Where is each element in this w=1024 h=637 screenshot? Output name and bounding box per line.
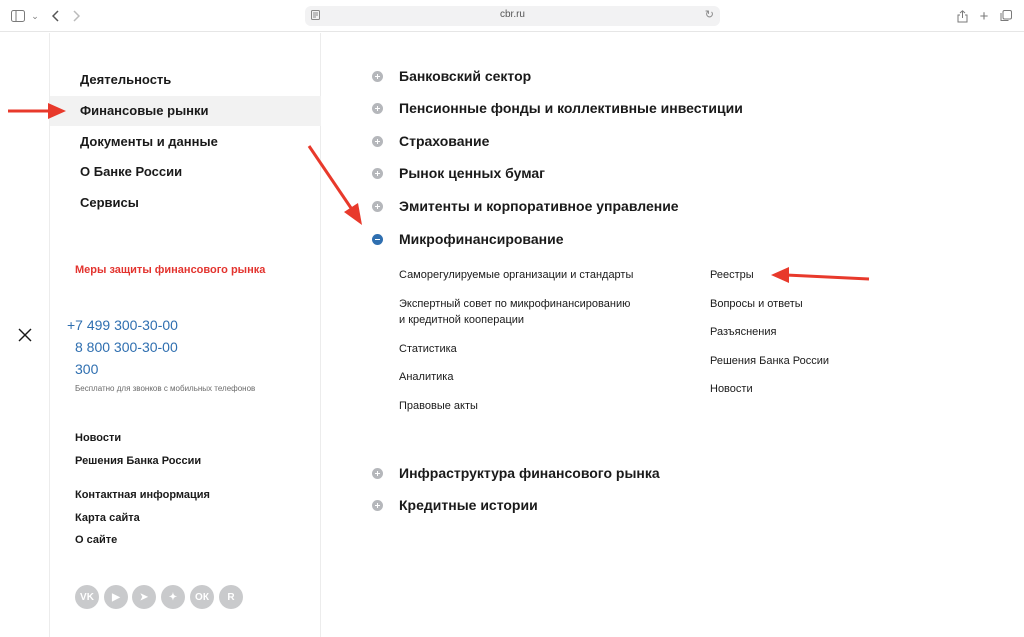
sublink-statistics[interactable]: Статистика bbox=[399, 341, 457, 357]
odnoklassniki-icon[interactable]: ОК bbox=[190, 585, 214, 609]
section-title: Рынок ценных бумаг bbox=[399, 165, 545, 181]
section-banking[interactable]: Банковский сектор bbox=[372, 66, 531, 86]
forward-icon[interactable] bbox=[70, 8, 82, 24]
rutube-icon[interactable]: R bbox=[219, 585, 243, 609]
sublink-legal-acts[interactable]: Правовые акты bbox=[399, 398, 478, 414]
section-title: Микрофинансирование bbox=[399, 231, 564, 247]
section-title: Страхование bbox=[399, 133, 490, 149]
section-title: Пенсионные фонды и коллективные инвестиц… bbox=[399, 100, 743, 116]
sublink-faq[interactable]: Вопросы и ответы bbox=[710, 296, 803, 312]
sublink-news[interactable]: Новости bbox=[710, 381, 753, 397]
section-infrastructure[interactable]: Инфраструктура финансового рынка bbox=[372, 463, 660, 483]
sidebar-item-about-bank[interactable]: О Банке России bbox=[50, 157, 321, 187]
arrow-to-registries bbox=[771, 267, 870, 283]
address-bar[interactable]: cbr.ru ↻ bbox=[305, 6, 720, 26]
phone-link[interactable]: +7 499 300-30-00 bbox=[67, 317, 178, 333]
expand-plus-icon bbox=[372, 499, 383, 511]
expand-plus-icon bbox=[372, 70, 383, 82]
sidebar-item-financial-markets[interactable]: Финансовые рынки bbox=[50, 96, 321, 126]
collapse-minus-icon bbox=[372, 233, 383, 245]
sidebar-item-activity[interactable]: Деятельность bbox=[50, 65, 321, 95]
section-microfinance[interactable]: Микрофинансирование bbox=[372, 229, 564, 249]
phone-link[interactable]: 300 bbox=[75, 361, 98, 377]
sublink-analytics[interactable]: Аналитика bbox=[399, 369, 453, 385]
section-pension[interactable]: Пенсионные фонды и коллективные инвестиц… bbox=[372, 98, 743, 118]
reload-icon[interactable]: ↻ bbox=[705, 8, 714, 21]
new-tab-icon[interactable]: + bbox=[978, 8, 990, 25]
section-title: Инфраструктура финансового рынка bbox=[399, 465, 660, 481]
protection-measures-link[interactable]: Меры защиты финансового рынка bbox=[75, 264, 265, 276]
sidebar-icon[interactable] bbox=[11, 8, 25, 24]
browser-toolbar: ⌄ cbr.ru ↻ + bbox=[0, 0, 1024, 32]
vk-icon[interactable]: VK bbox=[75, 585, 99, 609]
expand-plus-icon bbox=[372, 167, 383, 179]
sidebar: Деятельность Финансовые рынки Документы … bbox=[50, 33, 321, 637]
section-issuers[interactable]: Эмитенты и корпоративное управление bbox=[372, 196, 679, 216]
expand-plus-icon bbox=[372, 102, 383, 114]
phone-link[interactable]: 8 800 300-30-00 bbox=[75, 339, 178, 355]
back-icon[interactable] bbox=[50, 8, 62, 24]
expand-plus-icon bbox=[372, 467, 383, 479]
section-title: Кредитные истории bbox=[399, 497, 538, 513]
sublink-sro-standards[interactable]: Саморегулируемые организации и стандарты bbox=[399, 267, 633, 283]
sublink-clarifications[interactable]: Разъяснения bbox=[710, 324, 776, 340]
dzen-icon[interactable]: ✦ bbox=[161, 585, 185, 609]
expand-plus-icon bbox=[372, 135, 383, 147]
footer-link-sitemap[interactable]: Карта сайта bbox=[75, 512, 140, 524]
footer-link-about-site[interactable]: О сайте bbox=[75, 534, 117, 546]
footer-link-news[interactable]: Новости bbox=[75, 432, 121, 444]
section-title: Банковский сектор bbox=[399, 68, 532, 84]
chevron-down-icon[interactable]: ⌄ bbox=[30, 8, 40, 24]
section-title: Эмитенты и корпоративное управление bbox=[399, 198, 679, 214]
telegram-icon[interactable]: ➤ bbox=[132, 585, 156, 609]
tabs-overview-icon[interactable] bbox=[1000, 8, 1012, 24]
sublink-expert-council[interactable]: Экспертный совет по микрофинансированию … bbox=[399, 296, 630, 328]
youtube-icon[interactable]: ▶ bbox=[104, 585, 128, 609]
section-securities[interactable]: Рынок ценных бумаг bbox=[372, 163, 545, 183]
url-text: cbr.ru bbox=[499, 9, 525, 20]
footer-link-decisions[interactable]: Решения Банка России bbox=[75, 455, 201, 467]
expand-plus-icon bbox=[372, 200, 383, 212]
phone-note: Бесплатно для звонков с мобильных телефо… bbox=[75, 384, 256, 393]
sidebar-item-services[interactable]: Сервисы bbox=[50, 188, 321, 218]
sublink-decisions[interactable]: Решения Банка России bbox=[710, 353, 829, 369]
footer-link-contacts[interactable]: Контактная информация bbox=[75, 489, 210, 501]
sidebar-item-documents[interactable]: Документы и данные bbox=[50, 127, 321, 157]
section-insurance[interactable]: Страхование bbox=[372, 131, 489, 151]
share-icon[interactable] bbox=[956, 8, 968, 24]
close-icon[interactable] bbox=[16, 326, 34, 344]
section-credit-histories[interactable]: Кредитные истории bbox=[372, 495, 538, 515]
sublink-registries[interactable]: Реестры bbox=[710, 267, 754, 283]
